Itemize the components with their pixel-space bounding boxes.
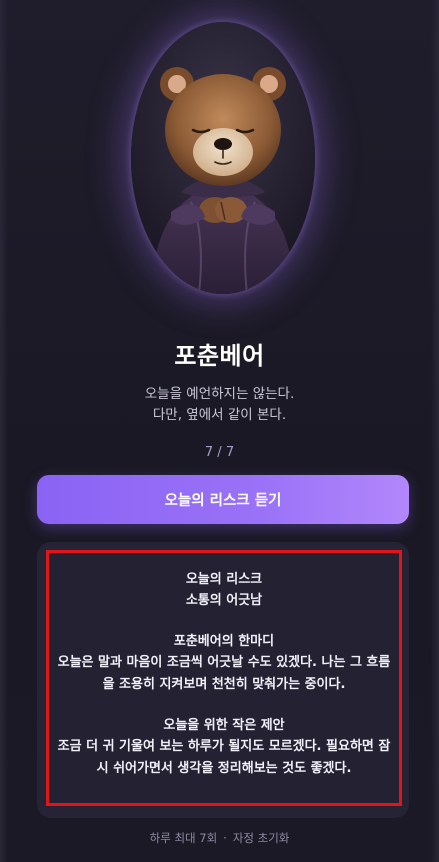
tip-text: 조금 더 귀 기울여 보는 하루가 될지도 모르겠다. 필요하면 잠시 쉬어가면… bbox=[57, 739, 391, 776]
comment-text: 오늘은 말과 마음이 조금씩 어긋날 수도 있겠다. 나는 그 흐름을 조용히 … bbox=[57, 655, 391, 692]
tagline-line-1: 오늘을 예언하지는 않는다. bbox=[144, 386, 295, 402]
tagline-line-2: 다만, 옆에서 같이 본다. bbox=[152, 407, 287, 423]
comment-heading: 포춘베어의 한마디 bbox=[173, 633, 275, 649]
result-content: 오늘의 리스크 소통의 어긋남 포춘베어의 한마디 오늘은 말과 마음이 조금씩… bbox=[46, 550, 402, 806]
left-edge-shade bbox=[0, 0, 8, 862]
usage-counter: 7 / 7 bbox=[204, 445, 235, 460]
app-screen: 포춘베어 오늘을 예언하지는 않는다. 다만, 옆에서 같이 본다. 7 / 7… bbox=[0, 0, 439, 862]
tip-heading: 오늘을 위한 작은 제안 bbox=[163, 717, 285, 733]
right-edge-shade bbox=[431, 0, 439, 862]
daily-limit-text: 하루 최대 7회 bbox=[149, 831, 218, 845]
bear-portrait-icon bbox=[131, 22, 315, 294]
hear-risk-button[interactable]: 오늘의 리스크 듣기 bbox=[37, 475, 409, 524]
footer-separator: · bbox=[223, 831, 227, 845]
reset-text: 자정 초기화 bbox=[232, 831, 290, 845]
character-portrait bbox=[131, 22, 315, 294]
risk-heading: 오늘의 리스크 bbox=[185, 572, 263, 587]
character-tagline: 오늘을 예언하지는 않는다. 다만, 옆에서 같이 본다. bbox=[0, 384, 439, 426]
usage-footer: 하루 최대 7회 · 자정 초기화 bbox=[0, 830, 439, 846]
result-card: 오늘의 리스크 소통의 어긋남 포춘베어의 한마디 오늘은 말과 마음이 조금씩… bbox=[37, 542, 409, 818]
character-name: 포춘베어 bbox=[174, 342, 265, 370]
risk-value: 소통의 어긋남 bbox=[185, 592, 263, 608]
